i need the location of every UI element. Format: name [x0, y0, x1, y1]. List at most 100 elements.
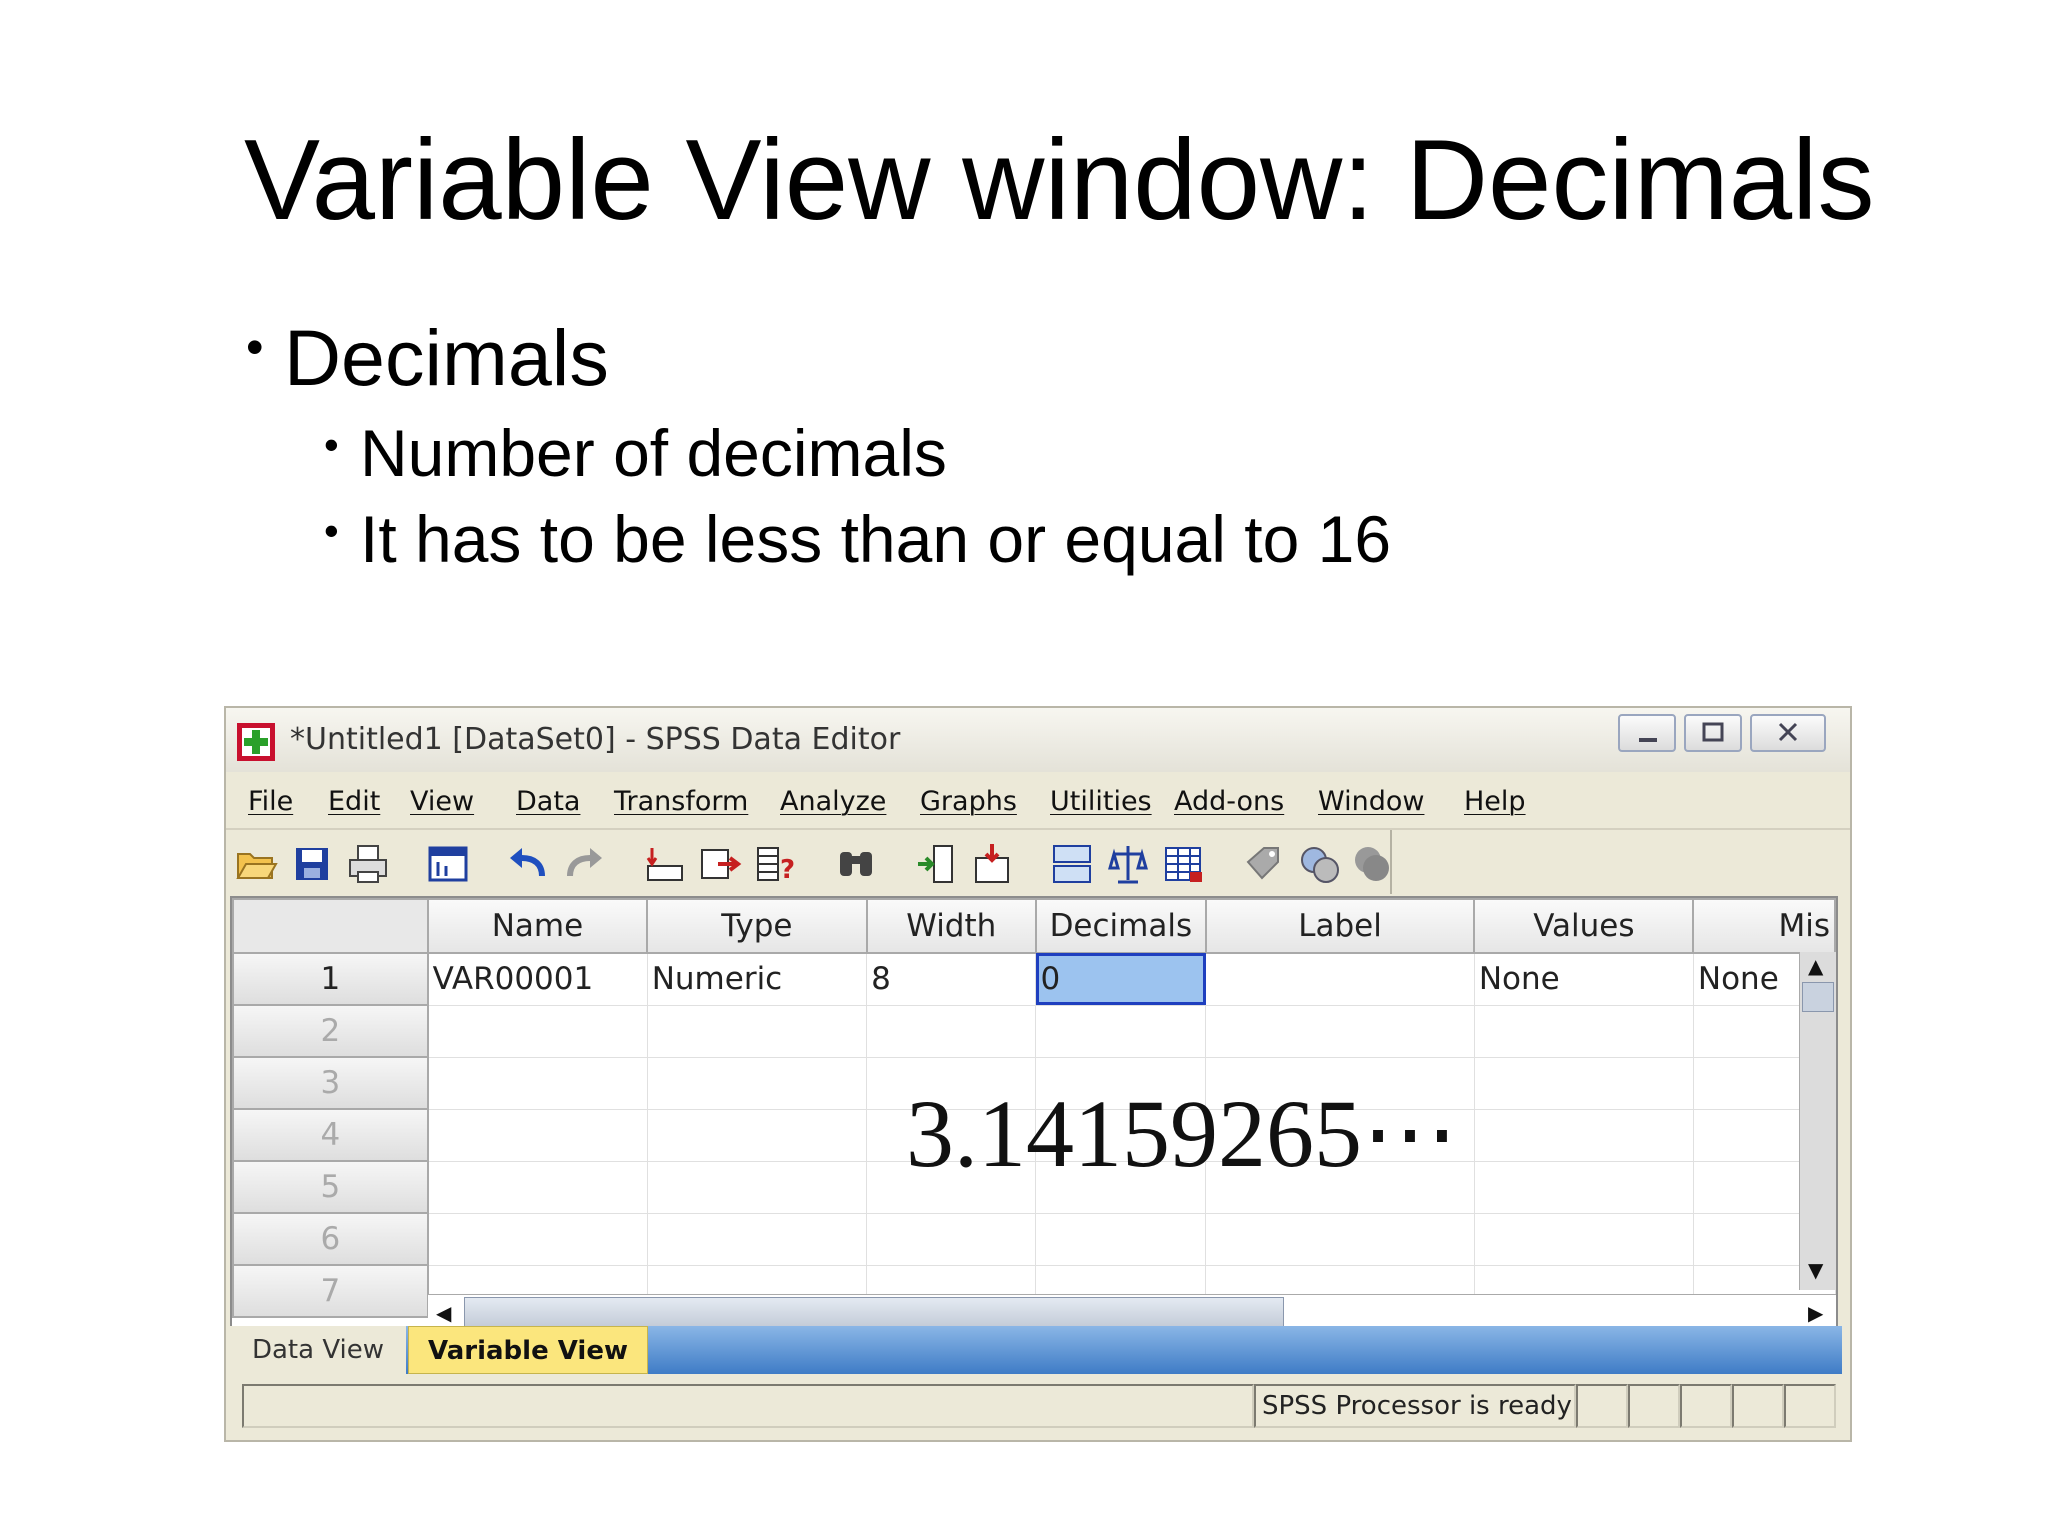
empty-cell[interactable]: [1473, 1212, 1694, 1266]
column-header-values[interactable]: Values: [1473, 898, 1695, 954]
weight-cases-icon[interactable]: [1106, 842, 1150, 886]
minimize-button[interactable]: [1618, 714, 1676, 752]
grid-corner[interactable]: [232, 898, 429, 954]
select-cases-icon[interactable]: [1162, 842, 1206, 886]
column-header-type[interactable]: Type: [646, 898, 868, 954]
row-header[interactable]: 2: [232, 1004, 429, 1058]
close-icon: [1778, 722, 1798, 742]
empty-cell[interactable]: [427, 1108, 648, 1162]
use-sets-icon[interactable]: [1298, 842, 1342, 886]
empty-cell[interactable]: [1473, 1056, 1694, 1110]
sub-bullet-text: It has to be less than or equal to 16: [360, 502, 1392, 576]
menu-transform[interactable]: Transform: [614, 786, 748, 817]
sub-bullet-1: • Number of decimals: [324, 420, 947, 486]
menu-analyze[interactable]: Analyze: [780, 786, 886, 817]
column-header-width[interactable]: Width: [865, 898, 1037, 954]
empty-cell[interactable]: [1473, 1108, 1694, 1162]
redo-icon[interactable]: [562, 842, 606, 886]
title-bar[interactable]: *Untitled1 [DataSet0] - SPSS Data Editor: [226, 708, 1850, 772]
empty-cell[interactable]: [1035, 1212, 1207, 1266]
menu-utilities[interactable]: Utilities: [1050, 786, 1152, 817]
print-icon[interactable]: [346, 842, 390, 886]
empty-cell[interactable]: [646, 1160, 868, 1214]
empty-cell[interactable]: [427, 1004, 648, 1058]
scroll-left-icon[interactable]: ◀: [436, 1301, 451, 1325]
menu-window[interactable]: Window: [1318, 786, 1424, 817]
column-header-decimals[interactable]: Decimals: [1034, 898, 1207, 954]
table-row: 1 VAR00001 Numeric 8 0 None None: [232, 952, 1836, 1006]
find-icon[interactable]: [834, 842, 878, 886]
goto-variable-icon[interactable]: [698, 842, 742, 886]
cell-decimals[interactable]: 0: [1035, 952, 1207, 1006]
horizontal-scroll-thumb[interactable]: [464, 1297, 1284, 1327]
menu-bar: File Edit View Data Transform Analyze Gr…: [226, 772, 1850, 830]
vertical-scrollbar[interactable]: ▲ ▼: [1799, 952, 1836, 1290]
goto-case-icon[interactable]: [642, 842, 686, 886]
column-header-label[interactable]: Label: [1204, 898, 1476, 954]
row-header[interactable]: 4: [232, 1108, 429, 1162]
variables-icon[interactable]: ?: [754, 842, 798, 886]
column-header-missing[interactable]: Mis: [1692, 898, 1836, 954]
row-header[interactable]: 6: [232, 1212, 429, 1266]
empty-cell[interactable]: [646, 1108, 868, 1162]
restore-icon: [1702, 722, 1724, 742]
insert-variable-icon[interactable]: [970, 842, 1014, 886]
empty-cell[interactable]: [866, 1004, 1037, 1058]
menu-file[interactable]: File: [248, 786, 293, 817]
menu-help[interactable]: Help: [1464, 786, 1526, 817]
dialog-recall-icon[interactable]: [426, 842, 470, 886]
row-header[interactable]: 1: [232, 952, 429, 1006]
menu-graphs[interactable]: Graphs: [920, 786, 1017, 817]
cell-type[interactable]: Numeric: [646, 952, 868, 1006]
empty-cell[interactable]: [646, 1004, 868, 1058]
show-all-variables-icon[interactable]: [1350, 842, 1394, 886]
row-header[interactable]: 3: [232, 1056, 429, 1110]
menu-view[interactable]: View: [410, 786, 474, 817]
status-bar: SPSS Processor is ready: [230, 1380, 1842, 1434]
sub-bullet-text: Number of decimals: [360, 416, 947, 490]
status-indicator: [1784, 1384, 1836, 1428]
empty-cell[interactable]: [1473, 1004, 1694, 1058]
cell-values[interactable]: None: [1473, 952, 1694, 1006]
empty-cell[interactable]: [1035, 1004, 1207, 1058]
tab-data-view[interactable]: Data View: [230, 1326, 406, 1374]
vertical-scroll-thumb[interactable]: [1802, 982, 1834, 1012]
empty-cell[interactable]: [427, 1056, 648, 1110]
cell-name[interactable]: VAR00001: [427, 952, 648, 1006]
empty-cell[interactable]: [1205, 1004, 1475, 1058]
scroll-up-icon[interactable]: ▲: [1808, 954, 1823, 978]
empty-cell[interactable]: [1205, 1212, 1475, 1266]
undo-icon[interactable]: [506, 842, 550, 886]
empty-cell[interactable]: [866, 1212, 1037, 1266]
toolbar: ?: [226, 830, 1392, 894]
spss-data-editor-window: *Untitled1 [DataSet0] - SPSS Data Editor…: [224, 706, 1852, 1442]
status-indicator: [1628, 1384, 1680, 1428]
svg-text:?: ?: [780, 855, 795, 885]
restore-button[interactable]: [1684, 714, 1742, 752]
column-header-name[interactable]: Name: [426, 898, 649, 954]
spss-app-icon: [237, 723, 275, 761]
open-folder-icon[interactable]: [234, 842, 278, 886]
menu-add-ons[interactable]: Add-ons: [1174, 786, 1284, 817]
empty-cell[interactable]: [646, 1212, 868, 1266]
empty-cell[interactable]: [427, 1212, 648, 1266]
cell-width[interactable]: 8: [866, 952, 1037, 1006]
cell-label[interactable]: [1205, 952, 1475, 1006]
value-labels-icon[interactable]: [1242, 842, 1286, 886]
empty-cell[interactable]: [427, 1160, 648, 1214]
empty-cell[interactable]: [1473, 1160, 1694, 1214]
insert-cases-icon[interactable]: [914, 842, 958, 886]
tab-variable-view[interactable]: Variable View: [408, 1326, 648, 1374]
empty-cell[interactable]: [646, 1056, 868, 1110]
scroll-down-icon[interactable]: ▼: [1808, 1258, 1823, 1282]
close-button[interactable]: [1750, 714, 1826, 752]
status-indicator: [1732, 1384, 1784, 1428]
sub-bullet-2: • It has to be less than or equal to 16: [324, 506, 1391, 572]
menu-data[interactable]: Data: [516, 786, 580, 817]
row-header[interactable]: 7: [232, 1264, 429, 1318]
save-icon[interactable]: [290, 842, 334, 886]
split-file-icon[interactable]: [1050, 842, 1094, 886]
menu-edit[interactable]: Edit: [328, 786, 380, 817]
scroll-right-icon[interactable]: ▶: [1808, 1301, 1823, 1325]
row-header[interactable]: 5: [232, 1160, 429, 1214]
